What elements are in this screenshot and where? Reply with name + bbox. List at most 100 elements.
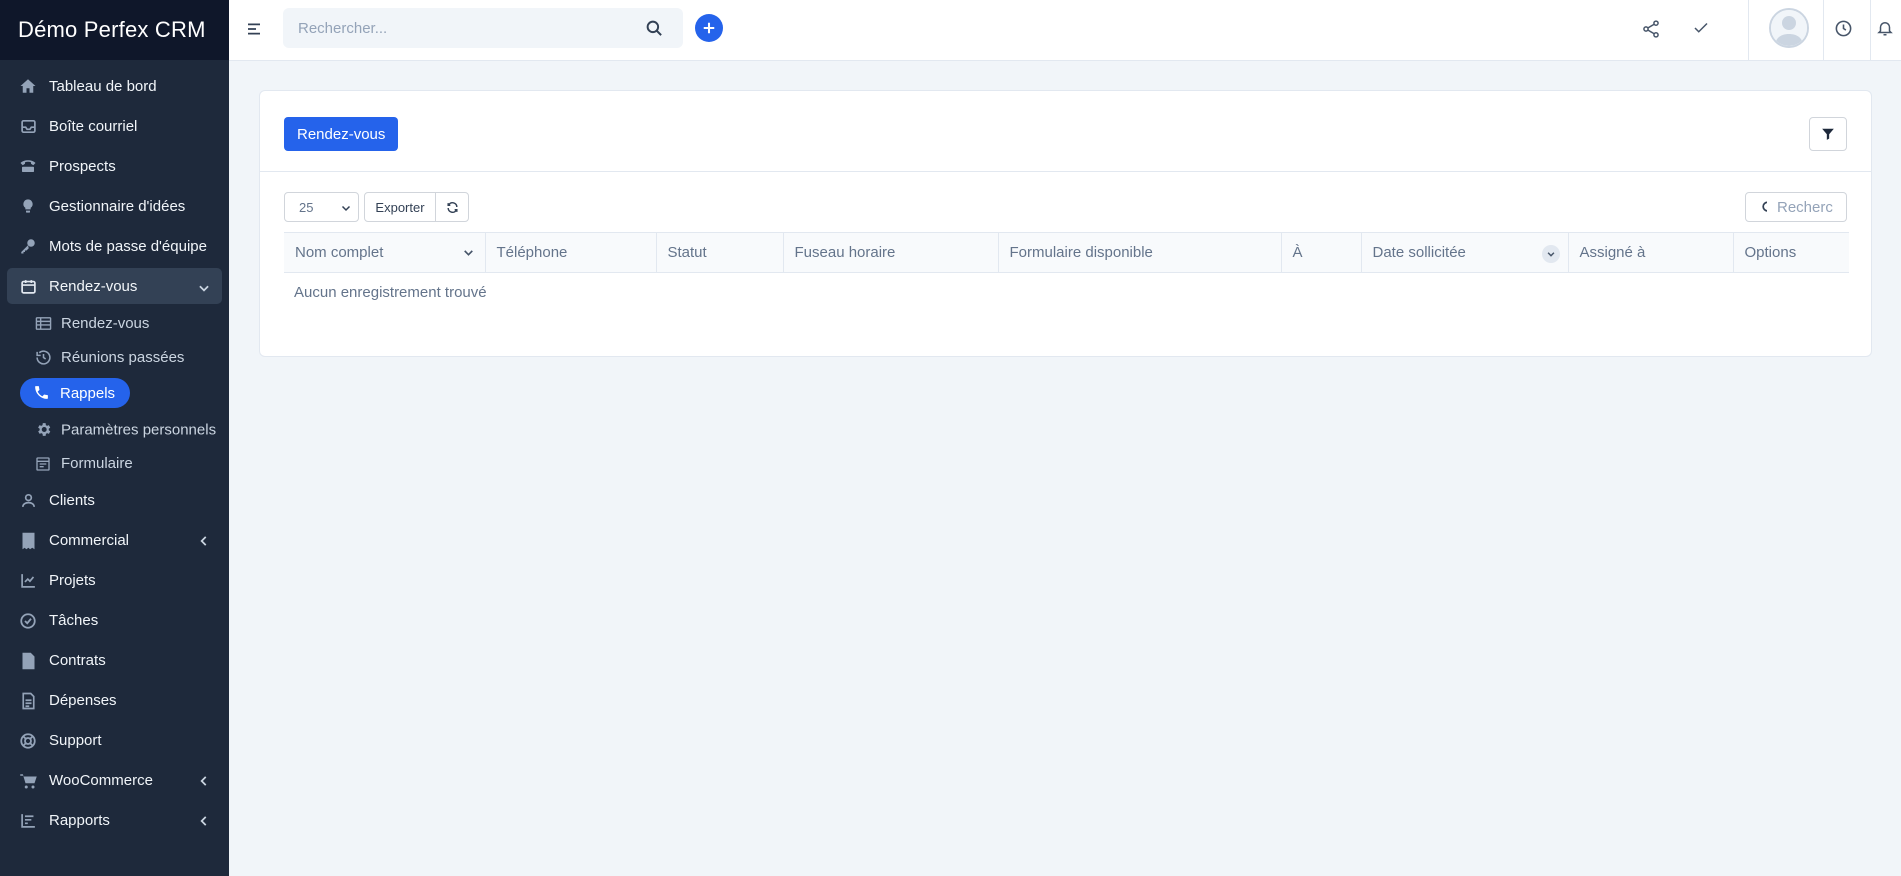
sidebar-item-appointments[interactable]: Rendez-vous <box>7 268 222 304</box>
column-header-phone[interactable]: Téléphone <box>485 232 657 273</box>
receipt-icon <box>18 531 38 551</box>
menu-toggle-icon[interactable] <box>246 21 264 39</box>
sidebar-item-label: Tableau de bord <box>49 77 157 95</box>
global-search <box>283 8 683 48</box>
life-ring-icon <box>18 731 38 751</box>
submenu-item-past-meetings[interactable]: Réunions passées <box>34 340 229 374</box>
cart-icon <box>18 771 38 791</box>
lightbulb-icon <box>18 196 38 216</box>
sidebar-item-sales[interactable]: Commercial <box>0 521 229 561</box>
search-input[interactable] <box>298 19 628 37</box>
brand-title[interactable]: Démo Perfex CRM <box>0 0 229 60</box>
form-icon <box>34 455 52 473</box>
sidebar-item-clients[interactable]: Clients <box>0 481 229 521</box>
submenu-item-label: Réunions passées <box>61 348 185 366</box>
column-header-options[interactable]: Options <box>1733 233 1849 273</box>
callbacks-table: Nom complet Téléphone Statut Fuseau hora… <box>284 232 1849 312</box>
column-header-label: À <box>1292 244 1303 261</box>
divider <box>1823 0 1824 60</box>
sidebar-item-label: WooCommerce <box>49 772 153 789</box>
sidebar-item-dashboard[interactable]: Tableau de bord <box>0 66 229 106</box>
user-icon <box>18 491 38 511</box>
filter-button[interactable] <box>1809 117 1847 151</box>
clock-icon[interactable] <box>1834 19 1854 39</box>
key-icon <box>18 236 38 256</box>
page-length-select[interactable]: 25 <box>284 192 359 222</box>
avatar[interactable] <box>1769 8 1809 48</box>
chevron-down-icon <box>197 281 211 295</box>
chevron-left-icon <box>197 814 211 828</box>
export-button[interactable]: Exporter <box>364 192 436 222</box>
sidebar-item-label: Commercial <box>49 532 130 549</box>
sidebar-item-reports[interactable]: Rapports <box>0 801 229 841</box>
gear-icon <box>34 420 52 438</box>
file-invoice-icon <box>18 691 38 711</box>
quick-create-button[interactable] <box>695 14 723 42</box>
table-row: Aucun enregistrement trouvé <box>284 273 1849 313</box>
submenu-item-appointments[interactable]: Rendez-vous <box>34 306 229 340</box>
share-icon[interactable] <box>1641 19 1661 39</box>
column-header-timezone[interactable]: Fuseau horaire <box>783 232 999 273</box>
file-contract-icon <box>18 651 38 671</box>
sidebar-item-support[interactable]: Support <box>0 721 229 761</box>
column-header-available-form[interactable]: Formulaire disponible <box>998 232 1282 273</box>
check-circle-icon <box>18 611 38 631</box>
sidebar-item-contracts[interactable]: Contrats <box>0 641 229 681</box>
table-list-icon <box>34 314 52 332</box>
appointments-submenu-more: Paramètres personnels Formulaire <box>0 412 229 481</box>
sidebar-item-projects[interactable]: Projets <box>0 561 229 601</box>
tty-icon <box>18 156 38 176</box>
column-header-label: Formulaire disponible <box>1009 244 1153 261</box>
inbox-icon <box>18 116 38 136</box>
column-header-to[interactable]: À <box>1281 232 1362 273</box>
bar-chart-icon <box>18 811 38 831</box>
sidebar-item-label: Gestionnaire d'idées <box>49 197 186 215</box>
submenu-item-label: Rendez-vous <box>61 314 150 332</box>
table-search-input[interactable] <box>1767 192 1847 222</box>
panel-header: Rendez-vous <box>260 91 1871 172</box>
sidebar-item-inbox[interactable]: Boîte courriel <box>0 106 229 146</box>
plus-icon <box>702 21 716 35</box>
submenu-item-personal-settings[interactable]: Paramètres personnels <box>34 412 229 447</box>
bell-icon[interactable] <box>1876 19 1896 39</box>
sidebar-item-label: Boîte courriel <box>49 117 138 135</box>
table-header-row: Nom complet Téléphone Statut Fuseau hora… <box>284 232 1849 273</box>
sidebar-item-label: Projets <box>49 572 96 589</box>
topbar <box>229 0 1901 61</box>
reload-button[interactable] <box>435 192 469 222</box>
submenu-item-label: Paramètres personnels <box>61 421 217 439</box>
column-header-status[interactable]: Statut <box>656 232 784 273</box>
column-header-requested-date[interactable]: Date sollicitée <box>1361 232 1569 273</box>
appointments-submenu: Rendez-vous Réunions passées <box>0 306 229 374</box>
sidebar-item-label: Mots de passe d'équipe <box>49 237 207 255</box>
sidebar: Démo Perfex CRM Tableau de bord Boîte co… <box>0 0 229 876</box>
sidebar-item-label: Prospects <box>49 157 116 175</box>
column-header-label: Statut <box>667 244 707 261</box>
column-header-full-name[interactable]: Nom complet <box>284 232 486 273</box>
column-header-label: Assigné à <box>1579 244 1646 261</box>
check-icon[interactable] <box>1692 19 1712 39</box>
sidebar-item-woocommerce[interactable]: WooCommerce <box>0 761 229 801</box>
sidebar-item-ideas[interactable]: Gestionnaire d'idées <box>0 186 229 226</box>
search-icon[interactable] <box>645 19 663 37</box>
history-icon <box>34 348 52 366</box>
submenu-item-form[interactable]: Formulaire <box>34 447 229 481</box>
home-icon <box>18 76 38 96</box>
column-header-assigned-to[interactable]: Assigné à <box>1568 232 1734 273</box>
sidebar-item-tasks[interactable]: Tâches <box>0 601 229 641</box>
column-header-label: Date sollicitée <box>1372 244 1466 261</box>
chevron-left-icon <box>197 774 211 788</box>
sidebar-item-leads[interactable]: Prospects <box>0 146 229 186</box>
sidebar-nav: Tableau de bord Boîte courriel Prospects… <box>0 60 229 841</box>
sort-active-icon <box>1541 245 1560 263</box>
empty-table-message: Aucun enregistrement trouvé <box>294 284 487 301</box>
sidebar-item-expenses[interactable]: Dépenses <box>0 681 229 721</box>
sidebar-item-team-passwords[interactable]: Mots de passe d'équipe <box>0 226 229 266</box>
sidebar-item-label: Rapports <box>49 812 110 829</box>
column-header-label: Options <box>1744 244 1797 261</box>
submenu-item-callbacks[interactable]: Rappels <box>20 378 131 408</box>
appointments-button[interactable]: Rendez-vous <box>284 117 399 151</box>
sort-desc-icon <box>462 246 475 259</box>
table-toolbar: 25 Exporter <box>260 172 1871 232</box>
column-header-label: Fuseau horaire <box>794 244 896 261</box>
